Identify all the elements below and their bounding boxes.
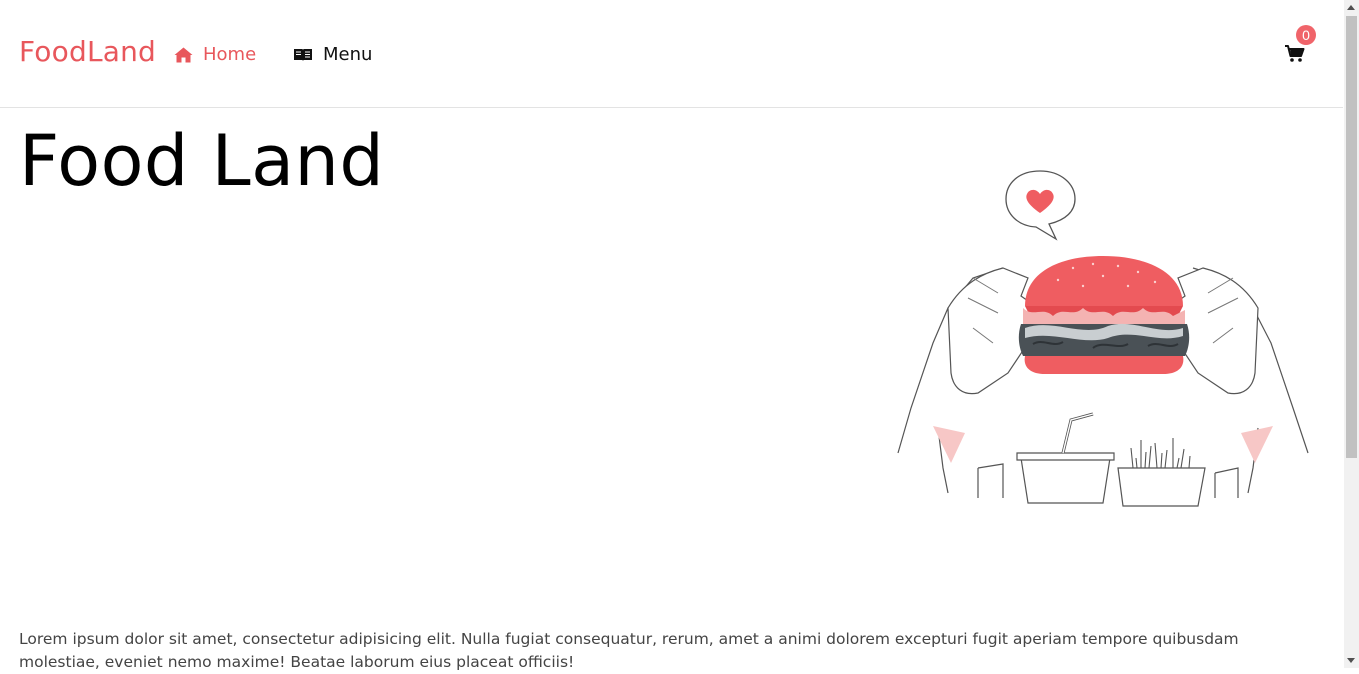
cart-icon[interactable] — [1284, 44, 1306, 64]
book-icon — [293, 47, 313, 63]
scroll-up-arrow-icon[interactable] — [1347, 5, 1355, 10]
page-scrollbar[interactable] — [1344, 0, 1359, 668]
scroll-down-arrow-icon[interactable] — [1347, 658, 1355, 663]
nav-link-menu[interactable]: Menu — [293, 44, 372, 65]
nav-link-menu-label: Menu — [323, 44, 373, 65]
hero-description: Lorem ipsum dolor sit amet, consectetur … — [19, 630, 1239, 671]
scrollbar-thumb[interactable] — [1346, 16, 1357, 458]
heart-bubble-icon — [1005, 170, 1076, 241]
navbar: FoodLand Home Menu 0 — [0, 0, 1343, 108]
cart-count-badge: 0 — [1296, 25, 1316, 45]
burger-illustration — [893, 168, 1313, 524]
home-icon — [174, 47, 193, 63]
hero-title: Food Land — [19, 120, 385, 202]
nav-link-home[interactable]: Home — [174, 44, 256, 65]
brand-logo-link[interactable]: FoodLand — [19, 35, 156, 68]
nav-link-home-label: Home — [203, 44, 257, 65]
